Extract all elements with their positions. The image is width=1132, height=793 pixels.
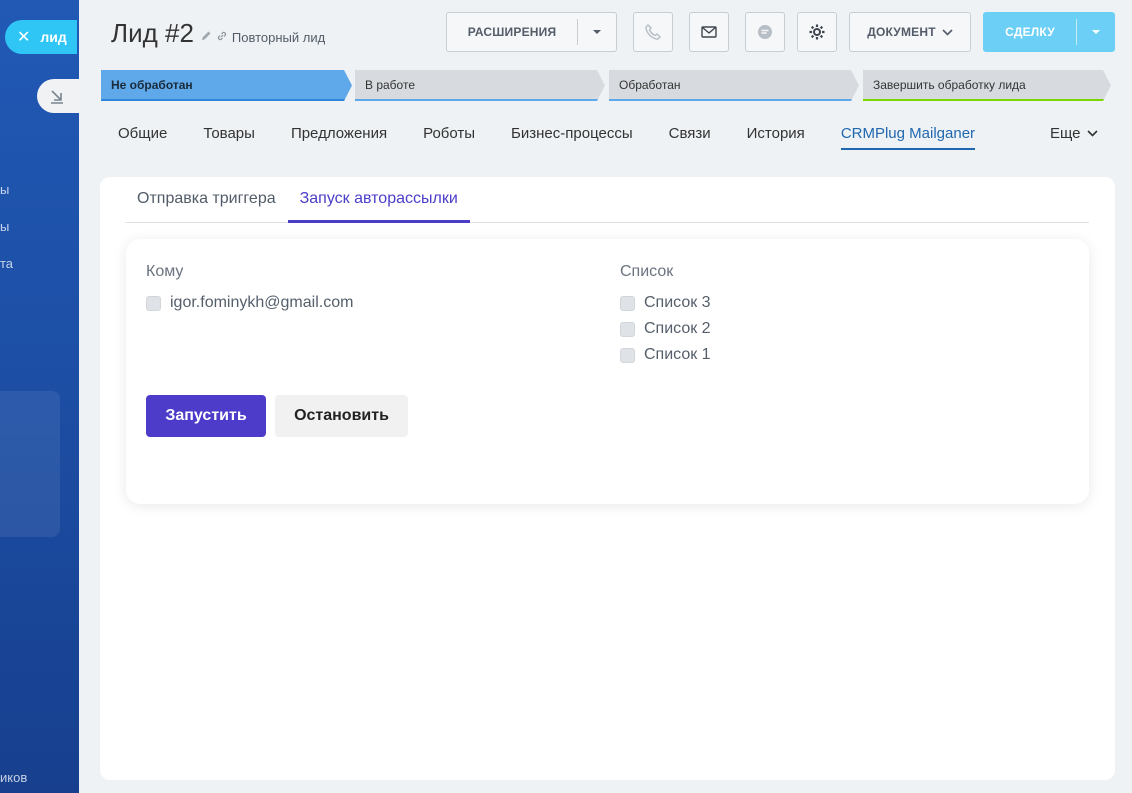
- document-label: ДОКУМЕНТ: [867, 25, 936, 39]
- extensions-label: РАСШИРЕНИЯ: [467, 25, 557, 39]
- tab-quotes[interactable]: Предложения: [291, 125, 387, 150]
- mailganer-subtabs: Отправка триггера Запуск авторассылки: [125, 177, 1089, 223]
- convert-to-deal-button[interactable]: СДЕЛКУ: [983, 12, 1115, 52]
- extensions-dropdown-toggle[interactable]: [578, 29, 616, 35]
- checkbox[interactable]: [620, 347, 635, 363]
- minimize-slider-button[interactable]: [37, 79, 79, 113]
- chevron-down-icon: [942, 28, 953, 36]
- background-menu-text: та: [0, 256, 14, 271]
- email-button[interactable]: [689, 12, 729, 52]
- tab-crmplug-mailganer[interactable]: CRMPlug Mailganer: [840, 125, 976, 150]
- background-menu-text: иков: [0, 770, 28, 785]
- link-icon: [217, 31, 226, 41]
- autosend-form: Кому igor.fominykh@gmail.com Список Спис…: [126, 239, 1089, 504]
- background-card: [0, 391, 60, 537]
- checkbox[interactable]: [620, 295, 635, 311]
- recipients-label: Кому: [146, 263, 184, 280]
- stage-finish-lead[interactable]: Завершить обработку лида: [863, 70, 1111, 101]
- mailganer-card: Отправка триггера Запуск авторассылки Ко…: [100, 177, 1115, 780]
- caret-down-icon: [593, 30, 601, 34]
- chevron-down-icon: [1086, 130, 1098, 137]
- lead-slider-panel: Лид #2 Повторный лид РАСШИРЕНИЯ ДОКУМЕНТ…: [79, 0, 1132, 793]
- chat-button[interactable]: [745, 12, 785, 52]
- title-row: Лид #2 Повторный лид: [111, 18, 325, 49]
- main-tabs: Общие Товары Предложения Роботы Бизнес-п…: [118, 125, 1011, 150]
- document-button[interactable]: ДОКУМЕНТ: [849, 12, 971, 52]
- phone-icon: [645, 24, 661, 40]
- tab-general[interactable]: Общие: [118, 125, 167, 150]
- stage-not-processed[interactable]: Не обработан: [101, 70, 352, 101]
- page-title: Лид #2: [111, 18, 194, 48]
- stage-bar: Не обработан В работе Обработан Завершит…: [101, 70, 1111, 101]
- background-sidebar: ы ы та иков: [0, 0, 79, 793]
- tab-history[interactable]: История: [747, 125, 805, 150]
- list-checkbox-row[interactable]: Список 2: [620, 320, 711, 338]
- stage-processed[interactable]: Обработан: [609, 70, 859, 101]
- stop-button[interactable]: Остановить: [275, 395, 408, 437]
- tab-more-label: Еще: [1050, 125, 1081, 142]
- list-name: Список 1: [644, 346, 711, 363]
- caret-down-icon: [1091, 30, 1100, 34]
- subtab-send-trigger[interactable]: Отправка триггера: [125, 177, 288, 223]
- settings-button[interactable]: [797, 12, 837, 52]
- recipient-checkbox-row[interactable]: igor.fominykh@gmail.com: [146, 294, 353, 312]
- list-name: Список 2: [644, 320, 711, 337]
- tab-more[interactable]: Еще: [1050, 125, 1098, 142]
- list-name: Список 3: [644, 294, 711, 311]
- gear-icon: [809, 24, 825, 40]
- tab-products[interactable]: Товары: [203, 125, 255, 150]
- tab-robots[interactable]: Роботы: [423, 125, 475, 150]
- minimize-icon: [51, 90, 63, 104]
- call-button[interactable]: [633, 12, 673, 52]
- list-label: Список: [620, 263, 674, 280]
- extensions-button[interactable]: РАСШИРЕНИЯ: [446, 12, 617, 52]
- start-button[interactable]: Запустить: [146, 395, 266, 437]
- close-slider-button[interactable]: ✕ лид: [5, 20, 77, 54]
- background-menu-text: ы: [0, 219, 10, 234]
- list-checkbox-row[interactable]: Список 1: [620, 346, 711, 364]
- mail-icon: [701, 26, 717, 38]
- deal-label: СДЕЛКУ: [1005, 25, 1055, 39]
- chat-icon: [758, 25, 772, 39]
- close-slider-label: лид: [40, 29, 67, 45]
- stage-in-progress[interactable]: В работе: [355, 70, 605, 101]
- tab-relations[interactable]: Связи: [669, 125, 711, 150]
- list-checkbox-row[interactable]: Список 3: [620, 294, 711, 312]
- checkbox[interactable]: [146, 295, 161, 311]
- recipient-email: igor.fominykh@gmail.com: [170, 294, 354, 311]
- tab-business-processes[interactable]: Бизнес-процессы: [511, 125, 633, 150]
- checkbox[interactable]: [620, 321, 635, 337]
- background-menu-text: ы: [0, 182, 10, 197]
- lead-subtitle: Повторный лид: [231, 30, 326, 45]
- close-icon: ✕: [17, 29, 31, 46]
- pencil-icon[interactable]: [200, 30, 212, 42]
- subtab-start-autosend[interactable]: Запуск авторассылки: [287, 177, 470, 223]
- deal-dropdown-toggle[interactable]: [1077, 29, 1114, 35]
